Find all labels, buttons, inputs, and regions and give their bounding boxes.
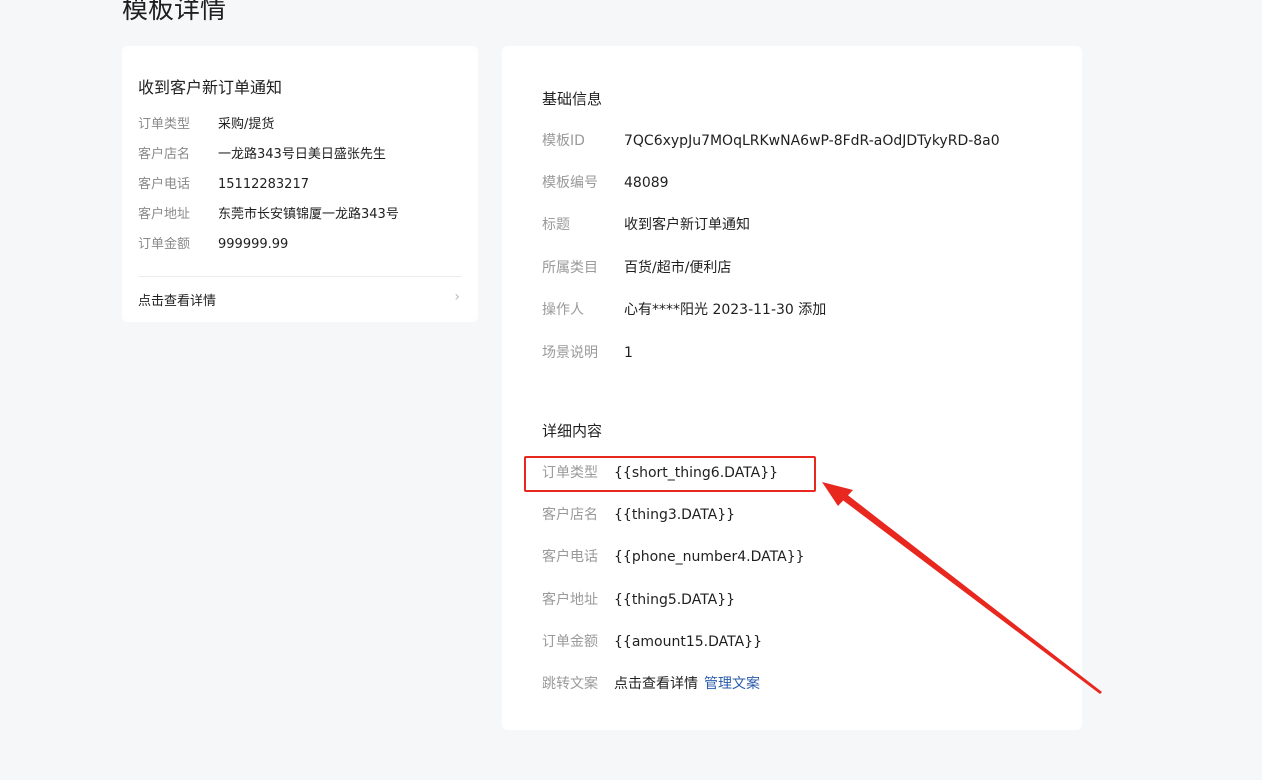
info-row-title: 标题 收到客户新订单通知: [542, 216, 750, 234]
preview-row-key: 订单类型: [138, 117, 191, 132]
info-value: 48089: [624, 175, 669, 191]
detail-value: {{thing3.DATA}}: [614, 507, 736, 523]
detail-value: {{amount15.DATA}}: [614, 634, 762, 650]
info-row-scenario: 场景说明 1: [542, 344, 633, 362]
detail-key: 订单类型: [542, 465, 598, 481]
detail-content-title: 详细内容: [542, 422, 603, 440]
preview-row: 订单类型 采购/提货: [138, 116, 274, 134]
preview-row-key: 订单金额: [138, 237, 191, 252]
view-details-label: 点击查看详情: [138, 294, 217, 309]
detail-key: 跳转文案: [542, 676, 598, 692]
info-key: 所属类目: [542, 260, 598, 276]
page-title: 模板详情: [122, 0, 227, 25]
info-row-template-id: 模板ID 7QC6xypJu7MOqLRKwNA6wP-8FdR-aOdJDTyk…: [542, 132, 1000, 150]
preview-row-value: 15112283217: [218, 177, 309, 192]
detail-value: {{short_thing6.DATA}}: [614, 465, 779, 481]
message-preview-card: 收到客户新订单通知 订单类型 采购/提货 客户店名 一龙路343号日美日盛张先生 客…: [122, 46, 478, 322]
divider: [138, 276, 462, 277]
manage-text-link[interactable]: 管理文案: [704, 676, 760, 692]
detail-value: 点击查看详情: [614, 676, 698, 692]
chevron-right-icon: ›: [454, 289, 460, 305]
detail-row-store-name: 客户店名 {{thing3.DATA}}: [542, 506, 735, 524]
template-detail-card: 基础信息 模板ID 7QC6xypJu7MOqLRKwNA6wP-8FdR-aOd…: [502, 46, 1082, 730]
detail-key: 客户地址: [542, 592, 598, 608]
detail-row-phone: 客户电话 {{phone_number4.DATA}}: [542, 548, 805, 566]
preview-row-key: 客户店名: [138, 147, 191, 162]
detail-row-amount: 订单金额 {{amount15.DATA}}: [542, 633, 762, 651]
preview-row-value: 东莞市长安镇锦厦一龙路343号: [218, 207, 399, 222]
preview-row-value: 一龙路343号日美日盛张先生: [218, 147, 386, 162]
preview-title: 收到客户新订单通知: [138, 78, 283, 97]
basic-info-title: 基础信息: [542, 90, 603, 108]
info-row-category: 所属类目 百货/超市/便利店: [542, 259, 731, 277]
info-key: 模板ID: [542, 133, 585, 149]
info-row-template-number: 模板编号 48089: [542, 174, 669, 192]
preview-row: 客户地址 东莞市长安镇锦厦一龙路343号: [138, 206, 399, 224]
info-value: 心有****阳光 2023-11-30 添加: [624, 302, 827, 318]
info-key: 操作人: [542, 302, 584, 318]
info-row-operator: 操作人 心有****阳光 2023-11-30 添加: [542, 301, 826, 319]
preview-row-value: 999999.99: [218, 237, 289, 252]
detail-row-order-type: 订单类型 {{short_thing6.DATA}}: [542, 464, 778, 482]
detail-key: 订单金额: [542, 634, 598, 650]
detail-value: {{phone_number4.DATA}}: [614, 549, 805, 565]
preview-row: 订单金额 999999.99: [138, 236, 288, 254]
info-key: 标题: [542, 217, 570, 233]
preview-row: 客户电话 15112283217: [138, 176, 309, 194]
info-value: 7QC6xypJu7MOqLRKwNA6wP-8FdR-aOdJDTykyRD-…: [624, 133, 1000, 149]
detail-row-jump-text: 跳转文案 点击查看详情 管理文案: [542, 675, 760, 693]
info-key: 模板编号: [542, 175, 598, 191]
preview-row-key: 客户地址: [138, 207, 191, 222]
info-value: 收到客户新订单通知: [624, 217, 750, 233]
preview-row: 客户店名 一龙路343号日美日盛张先生: [138, 146, 386, 164]
preview-row-value: 采购/提货: [218, 117, 275, 132]
detail-key: 客户店名: [542, 507, 598, 523]
detail-value: {{thing5.DATA}}: [614, 592, 736, 608]
view-details-link[interactable]: 点击查看详情 ›: [138, 289, 462, 309]
preview-row-key: 客户电话: [138, 177, 191, 192]
info-value: 1: [624, 345, 633, 361]
info-key: 场景说明: [542, 345, 598, 361]
detail-row-address: 客户地址 {{thing5.DATA}}: [542, 591, 735, 609]
detail-key: 客户电话: [542, 549, 598, 565]
info-value: 百货/超市/便利店: [624, 260, 732, 276]
